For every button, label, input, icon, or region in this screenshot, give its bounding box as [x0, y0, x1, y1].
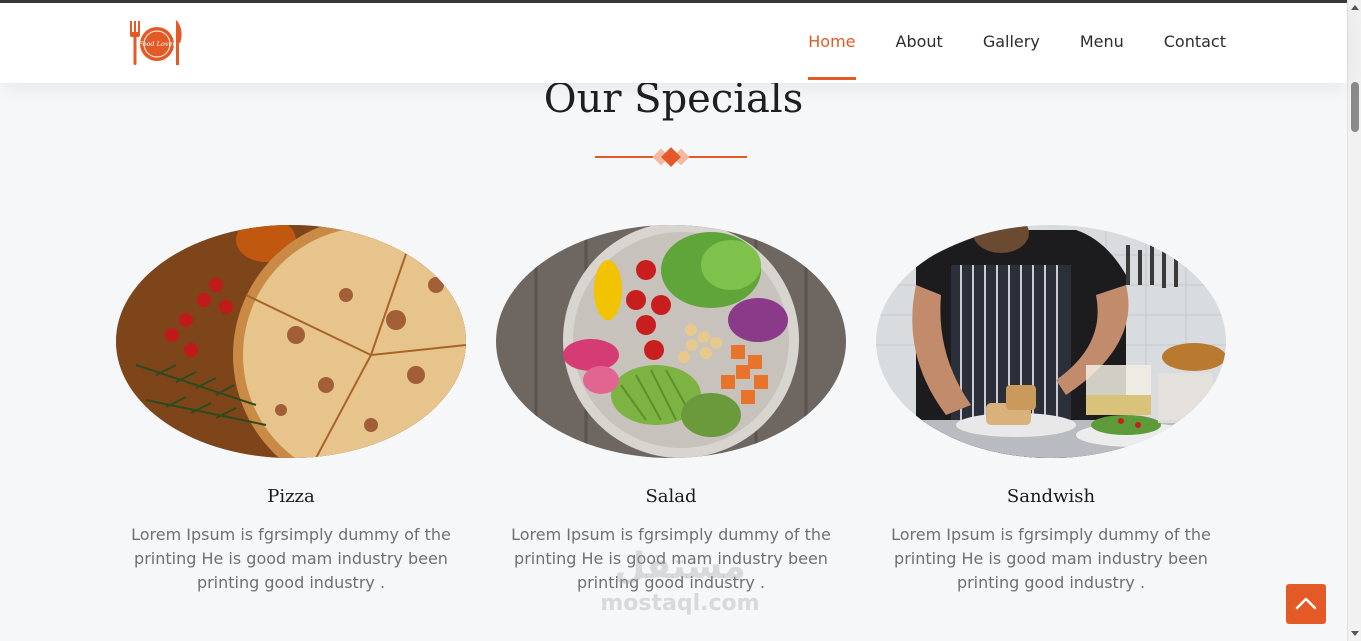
chevron-up-icon: [1295, 595, 1317, 614]
svg-text:Food Lover: Food Lover: [137, 40, 176, 48]
watermark-arabic: مستقل: [614, 546, 746, 587]
mostaql-watermark: مستقل mostaql.com: [580, 545, 780, 635]
special-name: Sandwish: [1006, 486, 1096, 507]
sandwish-photo: [876, 225, 1226, 458]
nav-home[interactable]: Home: [808, 3, 856, 83]
nav-contact[interactable]: Contact: [1164, 3, 1226, 83]
special-card-salad: Salad Lorem Ipsum is fgrsimply dummy of …: [496, 225, 846, 595]
pizza-photo: [116, 225, 466, 458]
special-card-sandwish: Sandwish Lorem Ipsum is fgrsimply dummy …: [876, 225, 1226, 595]
special-card-pizza: Pizza Lorem Ipsum is fgrsimply dummy of …: [116, 225, 466, 595]
special-description: Lorem Ipsum is fgrsimply dummy of the pr…: [891, 525, 1211, 592]
site-header: Food Lover Home About Gallery Menu Conta…: [0, 3, 1347, 83]
special-name: Pizza: [267, 486, 315, 507]
nav-menu[interactable]: Menu: [1080, 3, 1124, 83]
page-scrollbar[interactable]: [1347, 0, 1361, 641]
main-nav: Home About Gallery Menu Contact: [768, 3, 1226, 83]
scrollbar-thumb[interactable]: [1351, 82, 1359, 132]
scroll-down-arrow-icon[interactable]: [1351, 631, 1359, 636]
nav-gallery[interactable]: Gallery: [983, 3, 1040, 83]
back-to-top-button[interactable]: [1286, 584, 1326, 624]
nav-about[interactable]: About: [896, 3, 943, 83]
scroll-up-arrow-icon[interactable]: [1351, 5, 1359, 10]
special-name: Salad: [645, 486, 697, 507]
food-lover-logo[interactable]: Food Lover: [124, 17, 188, 69]
special-description: Lorem Ipsum is fgrsimply dummy of the pr…: [131, 525, 451, 592]
watermark-latin: mostaql.com: [600, 591, 760, 616]
salad-photo: [496, 225, 846, 458]
title-divider: [595, 145, 747, 169]
